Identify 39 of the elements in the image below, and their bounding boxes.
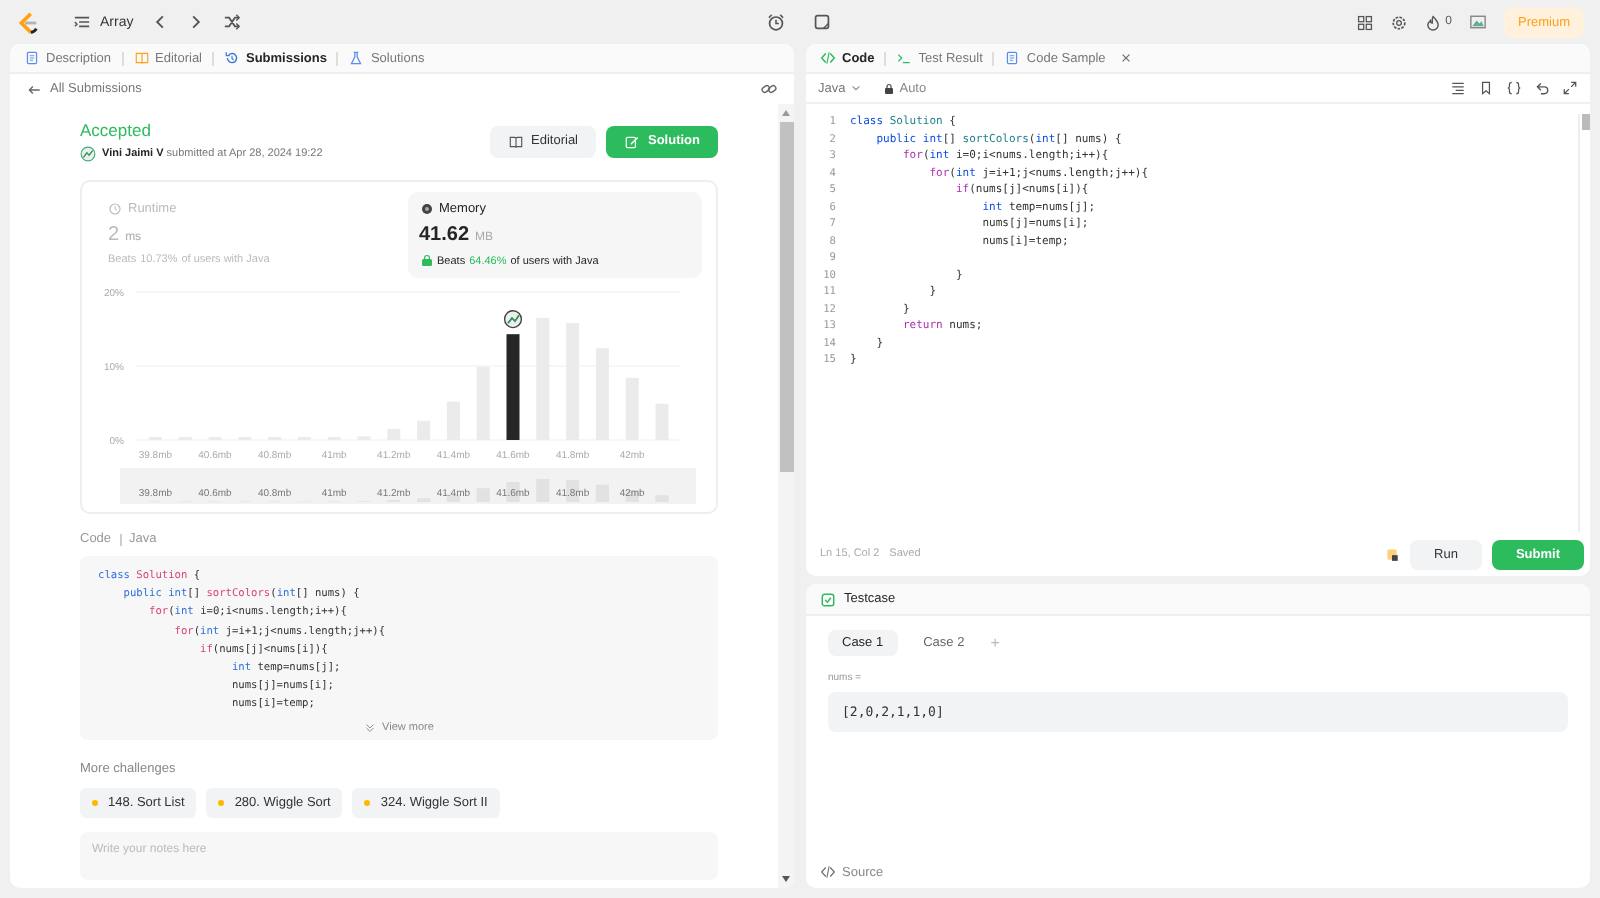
- settings-icon[interactable]: [1389, 13, 1408, 31]
- document-icon: [24, 50, 40, 66]
- clock-icon: [108, 202, 122, 216]
- checkbox-icon: [820, 591, 836, 607]
- shuffle-icon[interactable]: [221, 12, 242, 32]
- book-icon: [507, 133, 524, 149]
- stat-value: 2: [108, 224, 120, 246]
- note-icon[interactable]: [811, 12, 832, 32]
- bookmark-icon[interactable]: [1478, 80, 1494, 96]
- document-icon: [1004, 50, 1021, 66]
- edit-icon: [624, 133, 640, 149]
- caret-icon: [849, 82, 862, 94]
- timer-icon[interactable]: [765, 12, 786, 32]
- fire-icon[interactable]: [1423, 13, 1442, 31]
- close-icon[interactable]: [1119, 52, 1132, 64]
- expand-icon[interactable]: [1562, 80, 1578, 96]
- double-caret-icon: [364, 721, 377, 734]
- lock-icon: [881, 81, 896, 95]
- braces-icon[interactable]: [1506, 80, 1522, 96]
- history-icon: [224, 50, 240, 66]
- stat-value: 41.62: [419, 224, 470, 246]
- avatar-icon: [80, 146, 96, 162]
- avatar-icon: [503, 310, 523, 329]
- status-text: Accepted: [80, 120, 153, 140]
- code-icon: [820, 864, 836, 880]
- link-icon[interactable]: [760, 80, 778, 98]
- logo-icon[interactable]: [14, 9, 40, 35]
- clipboard-icon[interactable]: [1384, 546, 1401, 562]
- flask-icon: [348, 50, 365, 66]
- scrollbar[interactable]: [1578, 114, 1590, 532]
- format-icon[interactable]: [1450, 80, 1466, 96]
- terminal-icon: [896, 50, 913, 66]
- book-icon: [133, 50, 150, 66]
- back-arrow-icon: [26, 81, 42, 97]
- scrollbar[interactable]: [778, 104, 794, 888]
- list-icon: [72, 12, 92, 32]
- grid-icon[interactable]: [1355, 13, 1374, 31]
- undo-icon[interactable]: [1534, 80, 1550, 96]
- code-icon: [820, 50, 836, 66]
